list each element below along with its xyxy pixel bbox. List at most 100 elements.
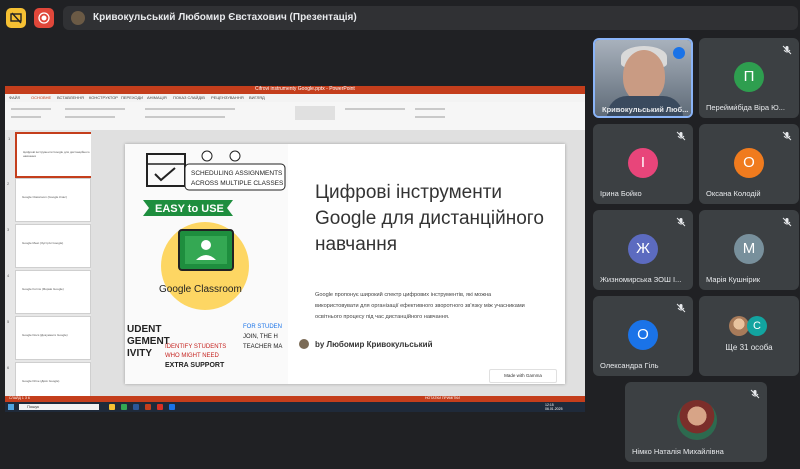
slide-title: Цифрові інструменти Google для дистанцій… [315,182,544,255]
presenter-avatar [71,11,85,25]
mic-off-icon [782,131,792,141]
mic-off-icon [676,303,686,313]
mic-off-icon [782,217,792,227]
svg-text:UDENT: UDENT [127,324,161,335]
current-slide[interactable]: SCHEDULING ASSIGNMENTS ACROSS MULTIPLE C… [125,144,565,384]
pdf-icon[interactable] [157,404,163,410]
thumbnail-number: 4 [7,273,10,278]
svg-text:TEACHER MA: TEACHER MA [243,344,282,350]
powerpoint-icon[interactable] [145,404,151,410]
ribbon-tab[interactable]: АНІМАЦІЯ [147,95,167,100]
google-classroom-illustration: SCHEDULING ASSIGNMENTS ACROSS MULTIPLE C… [127,150,286,369]
mic-off-icon [782,45,792,55]
ribbon-tab[interactable]: ПЕРЕХОДИ [121,95,143,100]
slide-thumbnail[interactable]: 1 Цифрові інструменти Google для дистанц… [8,132,93,178]
svg-text:IVITY: IVITY [127,348,152,359]
ribbon-tab[interactable]: РЕЦЕНЗУВАННЯ [211,95,244,100]
participant-avatar: О [734,148,764,178]
participant-tile[interactable]: Кривокульський Люб... [593,38,693,118]
participant-name: Жизномирська ЗОШ І... [600,275,682,284]
ribbon-tab[interactable]: ФАЙЛ [9,95,20,100]
screen-share-icon [10,12,22,24]
participant-tile[interactable]: О Олександра Гіль [593,296,693,376]
participant-tile[interactable]: І Ірина Бойко [593,124,693,204]
participant-name: Марія Кушнірик [706,275,761,284]
slide-thumbnail[interactable]: 5 Google Docs (Документи Google) [7,316,91,360]
ribbon-tab[interactable]: ВИГЛЯД [249,95,265,100]
participant-name: Кривокульський Люб... [602,105,689,114]
mic-off-icon [676,131,686,141]
status-notes[interactable]: НОТАТКИ ПРИМІТКИ [425,396,460,400]
author-avatar [299,339,309,349]
windows-taskbar: Пошук 12:15 06.01.2025 [5,402,585,412]
record-icon [38,12,50,24]
mic-off-icon [676,217,686,227]
ribbon-tabs: ФАЙЛ ОСНОВНЕ ВСТАВЛЕННЯ КОНСТРУКТОР ПЕРЕ… [5,94,585,102]
slide-body: Google пропонує широкий спектр цифрових … [315,292,525,320]
ribbon-tab[interactable]: КОНСТРУКТОР [89,95,118,100]
ribbon-tab[interactable]: ВСТАВЛЕННЯ [57,95,84,100]
slide-thumbnail[interactable]: 2 Google Classroom (Google Клас) [7,178,91,222]
file-explorer-icon[interactable] [109,404,115,410]
svg-text:EASY to USE: EASY to USE [155,203,224,215]
slide-counter: СЛАЙД 1 З 6 [9,396,30,400]
svg-text:JOIN, THE H: JOIN, THE H [243,334,278,340]
taskbar-clock: 12:15 06.01.2025 [545,403,563,411]
slide-thumbnails: 1 Цифрові інструменти Google для дистанц… [5,130,93,406]
participant-avatar: М [734,234,764,264]
record-button[interactable] [34,8,54,28]
participant-tile[interactable]: Ж Жизномирська ЗОШ І... [593,210,693,290]
participant-avatar: Ж [628,234,658,264]
word-icon[interactable] [133,404,139,410]
others-count: Ще 31 особа [725,343,773,352]
presenter-label: Кривокульський Любомир Євстахович (Презе… [93,12,357,23]
thumbnail-number: 2 [7,181,10,186]
chrome-icon[interactable] [121,404,127,410]
mic-off-icon [750,389,760,399]
thumbnail-number: 6 [7,365,10,370]
present-toggle-button[interactable] [6,8,26,28]
thumbnail-number: 3 [7,227,10,232]
participant-tile[interactable]: Німко Наталія Михайлівна [625,382,767,462]
ribbon [5,102,585,131]
thumbnail-number: 1 [8,136,11,141]
participant-tile[interactable]: О Оксана Колодій [699,124,799,204]
participant-name: Олександра Гіль [600,361,659,370]
others-avatar-initial: С [747,316,767,336]
slide-illustration: SCHEDULING ASSIGNMENTS ACROSS MULTIPLE C… [125,144,288,384]
participant-avatar: І [628,148,658,178]
svg-text:Google Classroom: Google Classroom [159,284,242,295]
slide-editor: SCHEDULING ASSIGNMENTS ACROSS MULTIPLE C… [91,130,585,396]
svg-text:WHO MIGHT NEED: WHO MIGHT NEED [165,353,220,359]
svg-text:EXTRA SUPPORT: EXTRA SUPPORT [165,362,225,369]
ribbon-tab[interactable]: ПОКАЗ СЛАЙДІВ [173,95,205,100]
slide-thumbnail[interactable]: 4 Google Forms (Форми Google) [7,270,91,314]
thumbnail-number: 5 [7,319,10,324]
powerpoint-titlebar: Cifrovi instrumenty Google.pptx - PowerP… [5,86,585,94]
participant-name: Оксана Колодій [706,189,761,198]
clock-date: 06.01.2025 [545,407,563,411]
participant-tile[interactable]: П Перейми́біда Віра Ю... [699,38,799,118]
participant-name: Ірина Бойко [600,189,642,198]
taskbar-search-text: Пошук [27,404,40,409]
slide-thumbnail[interactable]: 3 Google Meet (Зустрічі Google) [7,224,91,268]
meeting-topbar: Кривокульський Любомир Євстахович (Презе… [0,0,800,36]
participant-tile[interactable]: М Марія Кушнірик [699,210,799,290]
thumbnail-title: Google Classroom (Google Клас) [22,195,67,199]
others-tile[interactable]: С Ще 31 особа [699,296,799,376]
svg-text:SCHEDULING ASSIGNMENTS: SCHEDULING ASSIGNMENTS [191,170,283,177]
thumbnail-title: Цифрові інструменти Google для дистанцій… [23,150,90,158]
participant-name: Німко Наталія Михайлівна [632,447,724,456]
thumbnail-title: Google Meet (Зустрічі Google) [22,241,64,245]
thumbnail-title: Google Forms (Форми Google) [22,287,64,291]
taskbar-search[interactable]: Пошук [19,404,99,410]
presenter-chip[interactable]: Кривокульський Любомир Євстахович (Презе… [63,6,798,30]
edge-icon[interactable] [169,404,175,410]
slide-author: by Любомир Кривокульський [299,339,433,349]
svg-text:GEMENT: GEMENT [127,336,170,347]
gamma-badge[interactable]: Made with Gamma [489,369,557,383]
thumbnail-title: Google Drive (Диск Google) [22,379,60,383]
windows-start-icon[interactable] [8,404,14,410]
ribbon-tab[interactable]: ОСНОВНЕ [31,95,51,100]
svg-text:FOR STUDEN: FOR STUDEN [243,324,282,330]
